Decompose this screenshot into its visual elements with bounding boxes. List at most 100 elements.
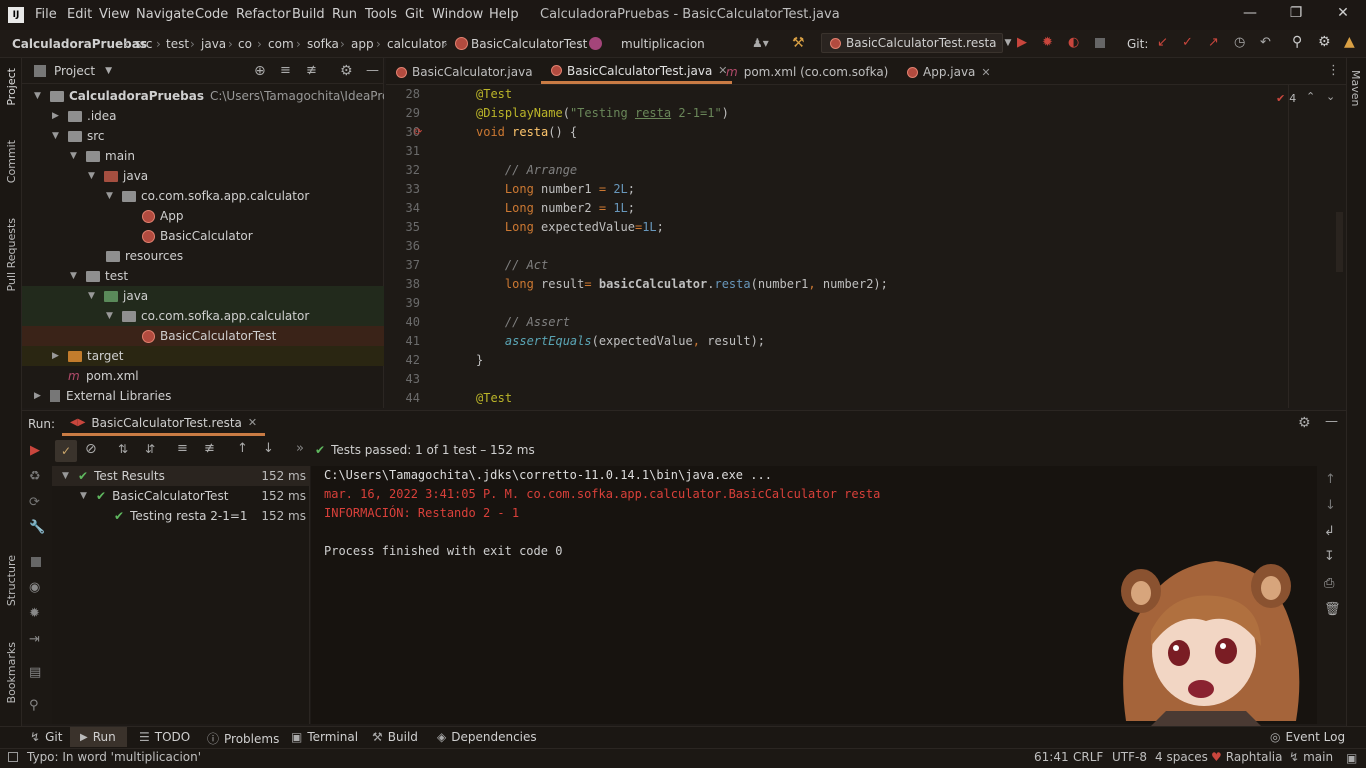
git-branch-widget[interactable]: ↯ main (1289, 750, 1333, 764)
breadcrumb-src[interactable]: src (135, 37, 153, 51)
previous-highlight-icon[interactable]: ⌃ (1306, 90, 1315, 103)
git-push-icon[interactable]: ↗ (1208, 35, 1219, 50)
next-highlight-icon[interactable]: ⌄ (1326, 90, 1335, 103)
tree-item-test-java[interactable]: ▼ java (22, 286, 384, 306)
tab-pom[interactable]: m pom.xml (co.com.sofka) (726, 60, 888, 84)
scroll-up-icon[interactable]: ↑ (1325, 472, 1336, 487)
rerun-failed-icon[interactable]: ♻ (29, 469, 41, 484)
menu-code[interactable]: Code (195, 7, 228, 22)
exit-icon[interactable]: ⇥ (29, 632, 40, 647)
structure-tool-tab[interactable]: Structure (5, 555, 18, 606)
project-tool-tab[interactable]: Project (5, 68, 18, 106)
pin-icon[interactable]: ⚲ (29, 698, 39, 713)
debug-icon[interactable]: ✹ (29, 606, 40, 621)
show-passed-toggle-icon[interactable]: ✓ (55, 440, 77, 462)
hide-panel-icon[interactable]: — (366, 63, 379, 78)
tree-item-pom[interactable]: m pom.xml (22, 366, 384, 386)
sort-by-duration-icon[interactable]: ⇵ (145, 442, 155, 456)
stop-icon[interactable] (1095, 38, 1105, 48)
tree-item-target[interactable]: ▶ target (22, 346, 384, 366)
bottom-tab-terminal[interactable]: ▣ Terminal (291, 730, 358, 744)
run-settings-gear-icon[interactable]: ⚙ (1298, 415, 1311, 431)
test-tree-item-method[interactable]: ✔ Testing resta 2-1=1 152 ms (52, 506, 310, 526)
expand-all-icon[interactable]: ≡ (280, 63, 291, 78)
next-failed-test-icon[interactable]: ↓ (263, 441, 274, 456)
breadcrumb-co[interactable]: co (238, 37, 252, 51)
tab-basiccalculator[interactable]: BasicCalculator.java (396, 60, 533, 84)
run-test-gutter-icon[interactable]: ⟳ (414, 123, 422, 142)
tree-item-main[interactable]: ▼ main (22, 146, 384, 166)
chevron-down-icon[interactable]: ▼ (105, 66, 112, 76)
scroll-down-icon[interactable]: ↓ (1325, 498, 1336, 513)
menu-file[interactable]: File (35, 7, 57, 22)
close-icon[interactable]: ✕ (1333, 5, 1353, 25)
caret-position[interactable]: 61:41 (1034, 750, 1069, 764)
breadcrumb-app[interactable]: app (351, 37, 374, 51)
test-tree-item-root[interactable]: ▼ ✔ Test Results 152 ms (52, 466, 310, 486)
breadcrumb-class[interactable]: BasicCalculatorTest (471, 37, 587, 51)
rerun-icon[interactable]: ▶ (30, 443, 40, 458)
collapse-all-icon[interactable]: ≢ (306, 63, 317, 78)
git-update-icon[interactable]: ↙ (1157, 35, 1168, 50)
editor-scrollbar[interactable] (1336, 212, 1343, 272)
event-log-tab[interactable]: ◎ Event Log (1270, 730, 1345, 744)
run-icon[interactable]: ▶ (1017, 35, 1027, 50)
breadcrumb-test[interactable]: test (166, 37, 189, 51)
tree-item-src[interactable]: ▼ src (22, 126, 384, 146)
menu-navigate[interactable]: Navigate (136, 7, 194, 22)
test-tree-item-class[interactable]: ▼ ✔ BasicCalculatorTest 152 ms (52, 486, 310, 506)
menu-refactor[interactable]: Refactor (236, 7, 291, 22)
tree-item-main-package[interactable]: ▼ co.com.sofka.app.calculator (22, 186, 384, 206)
coverage-icon[interactable]: ◐ (1068, 35, 1079, 50)
history-icon[interactable]: ◷ (1234, 35, 1245, 50)
bottom-tab-run[interactable]: ▶ Run (80, 730, 116, 744)
commit-tool-tab[interactable]: Commit (5, 140, 18, 183)
previous-failed-test-icon[interactable]: ↑ (237, 441, 248, 456)
tree-item-test-package[interactable]: ▼ co.com.sofka.app.calculator (22, 306, 384, 326)
menu-view[interactable]: View (99, 7, 130, 22)
tab-app[interactable]: App.java ✕ (907, 60, 991, 84)
bottom-tab-todo[interactable]: ☰ TODO (139, 730, 190, 744)
bottom-tab-git[interactable]: ↯ Git (30, 730, 62, 744)
hide-panel-icon[interactable]: — (1325, 414, 1338, 429)
stop-icon[interactable] (31, 557, 41, 567)
line-separator[interactable]: CRLF (1073, 750, 1103, 764)
restore-icon[interactable]: ❐ (1286, 5, 1306, 25)
pull-requests-tool-tab[interactable]: Pull Requests (5, 218, 18, 291)
tree-item-resources[interactable]: resources (22, 246, 384, 266)
breadcrumb-com[interactable]: com (268, 37, 294, 51)
sort-alphabetically-icon[interactable]: ⇅ (118, 442, 128, 456)
git-commit-icon[interactable]: ✓ (1182, 35, 1193, 50)
settings-gear-icon[interactable]: ⚙ (1318, 34, 1331, 50)
tree-item-basiccalculator[interactable]: BasicCalculator (22, 226, 384, 246)
scroll-to-end-icon[interactable]: ↧ (1324, 549, 1335, 564)
clear-all-icon[interactable]: 🗑 (1324, 602, 1341, 617)
rollback-icon[interactable]: ↶ (1260, 35, 1271, 50)
tree-item-test[interactable]: ▼ test (22, 266, 384, 286)
indent-setting[interactable]: 4 spaces (1155, 750, 1208, 764)
print-icon[interactable]: ⎙ (1324, 576, 1334, 591)
toggle-auto-test-icon[interactable]: ⟳ (29, 495, 40, 510)
collapse-all-icon[interactable]: ≢ (204, 441, 215, 456)
menu-edit[interactable]: Edit (67, 7, 92, 22)
camera-icon[interactable]: ◉ (29, 580, 40, 595)
tab-basiccalculatortest[interactable]: BasicCalculatorTest.java ✕ (541, 60, 732, 84)
locate-icon[interactable]: ⊕ (254, 63, 266, 79)
tree-item-idea[interactable]: ▶ .idea (22, 106, 384, 126)
wrench-icon[interactable]: 🔧 (29, 520, 45, 535)
more-tabs-icon[interactable]: ⋮ (1327, 63, 1340, 78)
tree-item-root[interactable]: ▼ CalculadoraPruebas C:\Users\Tamagochita\… (22, 86, 384, 106)
breadcrumb-method[interactable]: multiplicacion (621, 37, 705, 51)
bottom-tab-build[interactable]: ⚒ Build (372, 730, 418, 744)
more-actions-icon[interactable]: » (296, 441, 304, 456)
tool-window-toggle-icon[interactable] (8, 752, 18, 762)
close-tab-icon[interactable]: ✕ (981, 66, 990, 79)
menu-window[interactable]: Window (432, 7, 483, 22)
breadcrumb-sofka[interactable]: sofka (307, 37, 339, 51)
layout-icon[interactable]: ▤ (29, 665, 41, 680)
tree-item-external-libraries[interactable]: ▶ External Libraries (22, 386, 384, 406)
lock-icon[interactable]: ▣ (1346, 751, 1357, 765)
breadcrumb-calculator[interactable]: calculator (387, 37, 446, 51)
show-ignored-toggle-icon[interactable]: ⊘ (85, 441, 97, 457)
maven-tool-tab[interactable]: Maven (1349, 70, 1362, 106)
